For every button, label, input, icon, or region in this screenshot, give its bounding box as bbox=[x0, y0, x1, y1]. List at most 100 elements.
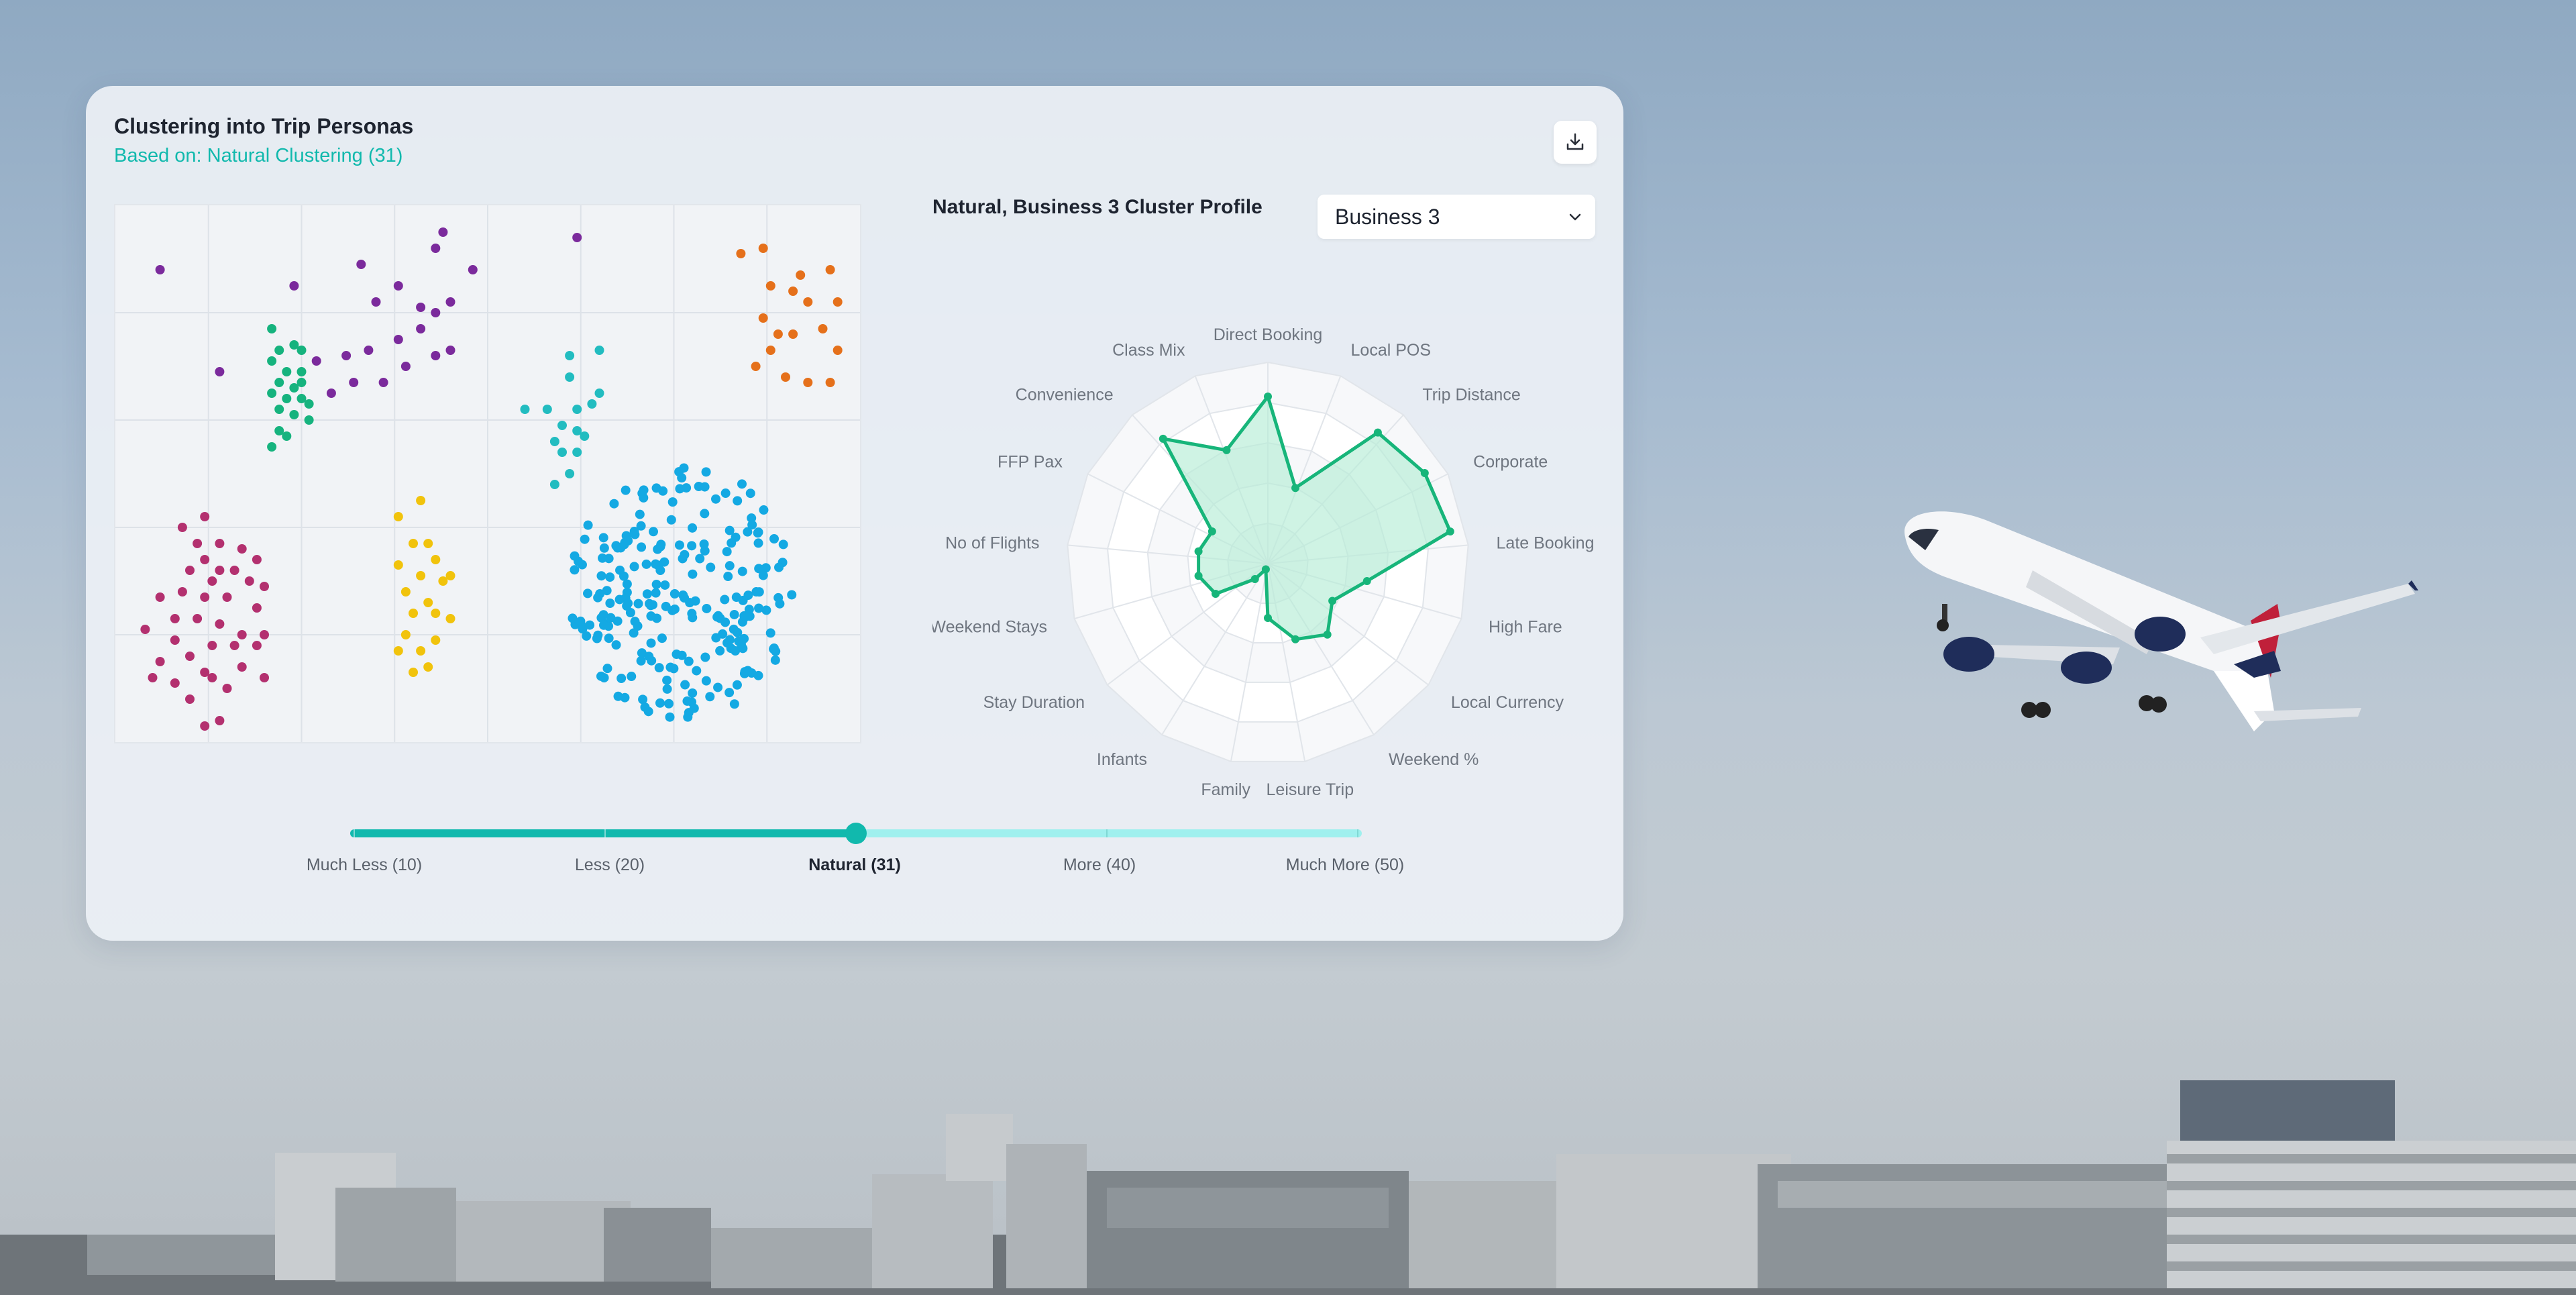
cluster-point bbox=[598, 620, 608, 630]
cluster-point bbox=[155, 657, 165, 666]
cluster-select[interactable]: Business 3 bbox=[1318, 195, 1595, 239]
cluster-point bbox=[594, 346, 604, 355]
cluster-point bbox=[244, 576, 254, 586]
airport-buildings bbox=[0, 1080, 2576, 1295]
cluster-point bbox=[598, 610, 608, 620]
cluster-point bbox=[237, 662, 247, 672]
cluster-point bbox=[215, 716, 225, 725]
cluster-point bbox=[431, 308, 441, 317]
slider-stop-label[interactable]: More (40) bbox=[1063, 856, 1136, 875]
radar-axis-label: No of Flights bbox=[945, 533, 1039, 552]
cluster-point bbox=[669, 589, 680, 599]
cluster-point bbox=[781, 372, 790, 382]
cluster-point bbox=[637, 542, 647, 552]
download-button[interactable] bbox=[1554, 121, 1597, 164]
cluster-point bbox=[739, 611, 749, 621]
cluster-point bbox=[722, 547, 732, 557]
cluster-point bbox=[803, 297, 813, 307]
cluster-point bbox=[282, 394, 292, 403]
cluster-point bbox=[775, 599, 785, 609]
cluster-point bbox=[570, 565, 580, 575]
radar-point bbox=[1446, 527, 1454, 536]
cluster-point bbox=[688, 688, 698, 698]
radar-point bbox=[1373, 428, 1382, 437]
cluster-point bbox=[599, 543, 609, 553]
card-subtitle: Based on: Natural Clustering (31) bbox=[114, 145, 403, 166]
slider-stop-label[interactable]: Natural (31) bbox=[808, 856, 901, 875]
slider-stop-label[interactable]: Much More (50) bbox=[1286, 856, 1404, 875]
cluster-point bbox=[576, 616, 586, 626]
cluster-point bbox=[682, 696, 692, 706]
cluster-point bbox=[723, 572, 733, 582]
chevron-down-icon bbox=[1569, 213, 1581, 221]
cluster-point bbox=[565, 351, 575, 360]
cluster-point bbox=[655, 698, 665, 708]
cluster-point bbox=[409, 668, 418, 677]
cluster-point bbox=[637, 488, 647, 499]
cluster-point bbox=[580, 534, 590, 544]
cluster-point bbox=[267, 442, 277, 452]
cluster-point bbox=[616, 674, 627, 684]
cluster-point bbox=[200, 721, 210, 731]
cluster-point bbox=[177, 587, 187, 597]
cluster-point bbox=[731, 592, 741, 603]
cluster-point bbox=[612, 616, 623, 626]
card-title: Clustering into Trip Personas bbox=[114, 114, 414, 138]
cluster-radar-chart: Direct Booking Local POS Trip Distance Corp… bbox=[932, 254, 1603, 844]
cluster-point bbox=[753, 538, 763, 548]
cluster-point bbox=[662, 675, 672, 685]
radar-point bbox=[1250, 574, 1259, 583]
cluster-point bbox=[565, 372, 575, 382]
cluster-point bbox=[611, 541, 621, 551]
cluster-point bbox=[687, 609, 697, 619]
cluster-point bbox=[349, 378, 359, 387]
radar-point bbox=[1362, 577, 1371, 586]
cluster-point bbox=[787, 590, 797, 600]
cluster-point bbox=[431, 244, 441, 253]
cluster-point bbox=[568, 613, 578, 623]
cluster-point bbox=[215, 566, 225, 575]
cluster-point bbox=[583, 520, 593, 530]
cluster-point bbox=[267, 324, 277, 333]
cluster-point bbox=[729, 699, 739, 709]
cluster-point bbox=[274, 378, 284, 387]
cluster-point bbox=[680, 550, 690, 560]
cluster-point bbox=[694, 482, 704, 492]
slider-track[interactable] bbox=[86, 757, 1623, 851]
cluster-point bbox=[765, 346, 775, 355]
radar-axis-label: Class Mix bbox=[1112, 341, 1185, 360]
cluster-point bbox=[788, 287, 798, 296]
airplane-illustration bbox=[1904, 511, 2418, 731]
download-icon bbox=[1566, 133, 1584, 150]
cluster-point bbox=[252, 555, 262, 564]
cluster-point bbox=[655, 566, 665, 576]
cluster-point bbox=[666, 515, 676, 525]
slider-stop-label[interactable]: Less (20) bbox=[575, 856, 645, 875]
cluster-point bbox=[393, 646, 403, 656]
radar-point bbox=[1194, 547, 1203, 556]
cluster-point bbox=[602, 664, 612, 674]
radar-axis-label: Convenience bbox=[1016, 385, 1114, 404]
cluster-point bbox=[729, 609, 739, 619]
cluster-point bbox=[613, 691, 623, 701]
cluster-count-slider[interactable]: Much Less (10) Less (20) Natural (31) More … bbox=[86, 757, 1623, 891]
cluster-point bbox=[656, 539, 666, 550]
cluster-point bbox=[237, 544, 247, 554]
radar-title: Natural, Business 3 Cluster Profile bbox=[932, 196, 1263, 218]
cluster-point bbox=[629, 628, 639, 638]
cluster-point bbox=[701, 467, 711, 477]
slider-thumb[interactable] bbox=[845, 823, 867, 844]
cluster-point bbox=[445, 571, 455, 580]
cluster-point bbox=[289, 410, 299, 419]
cluster-point bbox=[393, 281, 403, 291]
cluster-point bbox=[170, 678, 180, 688]
cluster-point bbox=[267, 356, 277, 366]
cluster-point bbox=[549, 480, 559, 489]
cluster-point bbox=[745, 488, 755, 499]
cluster-point bbox=[611, 640, 621, 650]
cluster-point bbox=[572, 233, 582, 242]
cluster-point bbox=[621, 531, 631, 541]
cluster-point bbox=[400, 587, 411, 597]
slider-stop-label[interactable]: Much Less (10) bbox=[307, 856, 422, 875]
cluster-point bbox=[677, 650, 687, 660]
